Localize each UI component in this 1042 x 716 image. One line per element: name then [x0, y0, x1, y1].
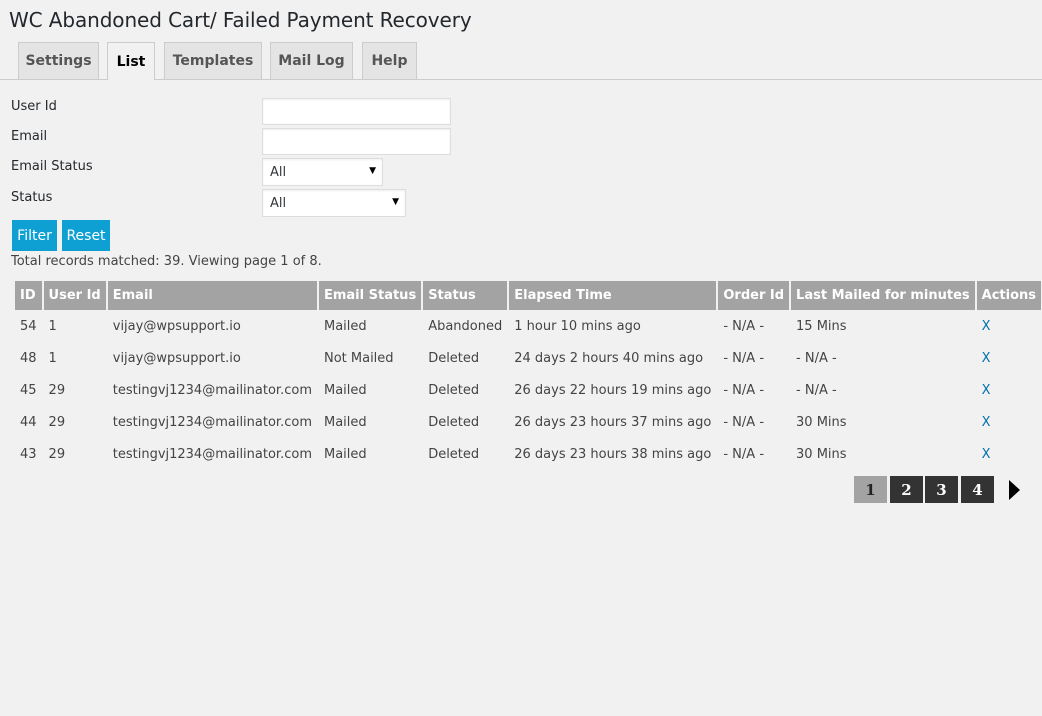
cell-email-status: Mailed: [323, 414, 367, 430]
cell-email: vijay@wpsupport.io: [112, 318, 241, 334]
column-header-status: Status: [423, 281, 508, 310]
status-label: Status: [11, 190, 53, 205]
delete-row-button[interactable]: X: [982, 383, 991, 398]
cell-email-status: Not Mailed: [323, 350, 394, 366]
filter-button[interactable]: Filter: [12, 220, 57, 251]
cell-last-mailed: 15 Mins: [796, 318, 847, 334]
delete-row-button[interactable]: X: [982, 415, 991, 430]
page-1-button[interactable]: 1: [854, 476, 887, 503]
cell-elapsed-time: 1 hour 10 mins ago: [514, 318, 641, 334]
cell-elapsed-time: 26 days 23 hours 37 mins ago: [514, 414, 712, 430]
email-status-label: Email Status: [11, 159, 93, 174]
tab-templates[interactable]: Templates: [164, 42, 262, 79]
tab-bar: Settings List Templates Mail Log Help: [0, 42, 1042, 80]
cell-last-mailed: 30 Mins: [796, 446, 847, 462]
column-header-order-id: Order Id: [718, 281, 790, 310]
column-header-email: Email: [107, 281, 317, 310]
cell-status: Abandoned: [428, 318, 503, 334]
cell-status: Deleted: [428, 350, 480, 366]
user-id-input[interactable]: [262, 98, 451, 125]
cell-user-id: 1: [48, 350, 57, 366]
email-status-value: All: [270, 164, 287, 180]
column-header-user-id: User Id: [43, 281, 106, 310]
page-title: WC Abandoned Cart/ Failed Payment Recove…: [9, 8, 472, 32]
delete-row-button[interactable]: X: [982, 351, 991, 366]
page-3-button[interactable]: 3: [925, 476, 958, 503]
page-4-button[interactable]: 4: [961, 476, 994, 503]
cell-order-id: - N/A -: [723, 414, 765, 430]
table-header-row: ID User Id Email Email Status Status Ela…: [15, 281, 1042, 310]
cell-order-id: - N/A -: [723, 350, 765, 366]
cell-order-id: - N/A -: [723, 318, 765, 334]
delete-row-button[interactable]: X: [982, 447, 991, 462]
cell-user-id: 29: [48, 446, 66, 462]
cell-status: Deleted: [428, 414, 480, 430]
cell-last-mailed: 30 Mins: [796, 414, 847, 430]
cell-id: 48: [20, 350, 37, 366]
chevron-down-icon: ▼: [392, 197, 399, 207]
cell-email: vijay@wpsupport.io: [112, 350, 241, 366]
cell-email: testingvj1234@mailinator.com: [112, 382, 312, 398]
next-arrow-icon[interactable]: [1009, 480, 1020, 500]
table-row: 45 29 testingvj1234@mailinator.com Maile…: [15, 374, 1041, 406]
email-label: Email: [11, 129, 48, 144]
cell-id: 54: [20, 318, 37, 334]
table-row: 48 1 vijay@wpsupport.io Not Mailed Delet…: [15, 342, 1041, 374]
cell-elapsed-time: 26 days 23 hours 38 mins ago: [514, 446, 712, 462]
cell-status: Deleted: [428, 382, 480, 398]
cell-id: 43: [20, 446, 37, 462]
table-row: 43 29 testingvj1234@mailinator.com Maile…: [15, 438, 1041, 470]
chevron-down-icon: ▼: [369, 166, 376, 176]
column-header-actions: Actions: [976, 281, 1042, 310]
table-row: 54 1 vijay@wpsupport.io Mailed Abandoned…: [15, 310, 1041, 342]
tab-help[interactable]: Help: [362, 42, 417, 79]
cell-last-mailed: - N/A -: [796, 350, 837, 366]
cell-email-status: Mailed: [323, 318, 367, 334]
user-id-label: User Id: [11, 99, 57, 114]
page-2-button[interactable]: 2: [890, 476, 923, 503]
column-header-last-mailed: Last Mailed for minutes: [791, 281, 975, 310]
reset-button[interactable]: Reset: [62, 220, 110, 251]
tab-list[interactable]: List: [107, 42, 155, 80]
cell-last-mailed: - N/A -: [796, 382, 837, 398]
column-header-email-status: Email Status: [318, 281, 422, 310]
delete-row-button[interactable]: X: [982, 319, 991, 334]
cell-email: testingvj1234@mailinator.com: [112, 414, 312, 430]
cell-order-id: - N/A -: [723, 382, 765, 398]
cell-email: testingvj1234@mailinator.com: [112, 446, 312, 462]
cell-id: 45: [20, 382, 37, 398]
cell-email-status: Mailed: [323, 382, 367, 398]
column-header-id: ID: [15, 281, 42, 310]
cell-user-id: 29: [48, 414, 66, 430]
cell-user-id: 1: [48, 318, 57, 334]
tab-settings[interactable]: Settings: [18, 42, 99, 79]
email-status-select[interactable]: All ▼: [262, 158, 383, 186]
cell-order-id: - N/A -: [723, 446, 765, 462]
cell-id: 44: [20, 414, 37, 430]
column-header-elapsed-time: Elapsed Time: [509, 281, 717, 310]
records-summary: Total records matched: 39. Viewing page …: [11, 254, 322, 269]
email-input[interactable]: [262, 128, 451, 155]
status-value: All: [270, 195, 287, 211]
records-table: ID User Id Email Email Status Status Ela…: [13, 281, 1042, 470]
cell-user-id: 29: [48, 382, 66, 398]
table-row: 44 29 testingvj1234@mailinator.com Maile…: [15, 406, 1041, 438]
cell-status: Deleted: [428, 446, 480, 462]
tab-mail-log[interactable]: Mail Log: [270, 42, 353, 79]
cell-email-status: Mailed: [323, 446, 367, 462]
cell-elapsed-time: 24 days 2 hours 40 mins ago: [514, 350, 704, 366]
cell-elapsed-time: 26 days 22 hours 19 mins ago: [514, 382, 712, 398]
status-select[interactable]: All ▼: [262, 189, 406, 217]
